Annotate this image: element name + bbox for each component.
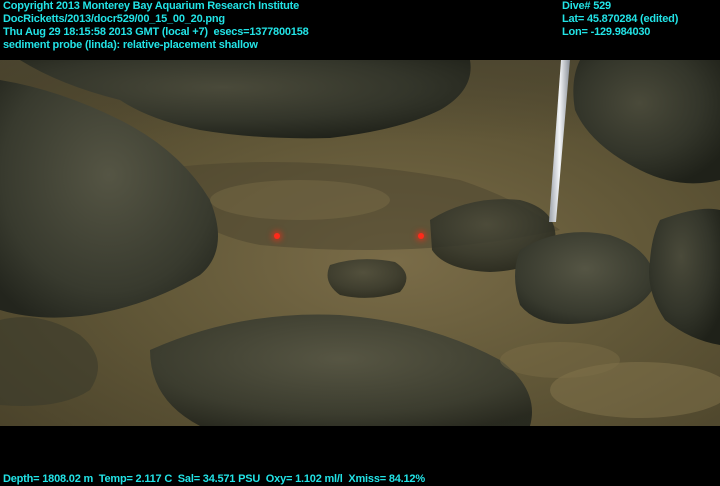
rock-bottom — [150, 314, 532, 426]
rock-top-right — [573, 60, 720, 184]
longitude-text: Lon= -129.984030 — [562, 26, 651, 38]
image-path-text: DocRicketts/2013/docr529/00_15_00_20.png — [3, 13, 225, 25]
overlay-top-right: Dive# 529 Lat= 45.870284 (edited) Lon= -12… — [562, 0, 678, 39]
rock-far-right — [649, 208, 720, 345]
rock-right — [515, 232, 655, 324]
latitude-text: Lat= 45.870284 (edited) — [562, 13, 679, 25]
laser-dot-left — [274, 233, 280, 239]
timestamp-text: Thu Aug 29 18:15:58 2013 GMT (local +7) … — [3, 26, 309, 38]
rock-small — [327, 259, 407, 298]
copyright-text: Copyright 2013 Monterey Bay Aquarium Res… — [3, 0, 300, 12]
annotation-text: sediment probe (linda): relative-placeme… — [3, 39, 258, 51]
seafloor-illustration — [0, 60, 720, 426]
dive-number-text: Dive# 529 — [562, 0, 611, 12]
overlay-top-left: Copyright 2013 Monterey Bay Aquarium Res… — [3, 0, 309, 52]
laser-dot-right — [418, 233, 424, 239]
sensor-readout: Depth= 1808.02 m Temp= 2.117 C Sal= 34.5… — [3, 473, 425, 485]
seafloor-scene — [0, 60, 720, 426]
video-frame: Copyright 2013 Monterey Bay Aquarium Res… — [0, 0, 720, 486]
